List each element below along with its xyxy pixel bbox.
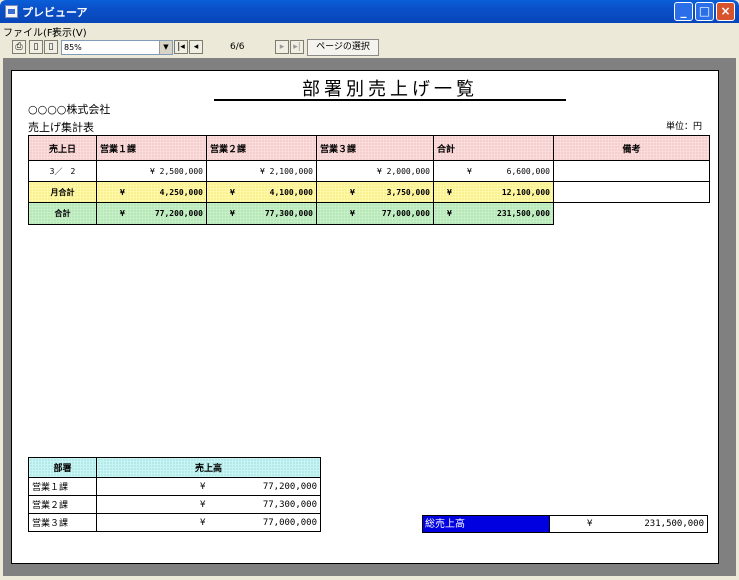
first-page-icon[interactable]: |◂ xyxy=(174,40,188,54)
toolbar: ⎙ ▯ ▯ 85% ▼ |◂ ◂ 6/6 ▸ ▸| ページの選択 xyxy=(0,38,739,57)
company-name: ○○○○株式会社 xyxy=(28,103,111,116)
unit-label: 単位：円 xyxy=(666,122,703,132)
yen-sign: ¥ xyxy=(447,209,452,218)
row-sales2: ¥ 2,100,000 xyxy=(206,160,317,182)
summary-amount: ¥77,300,000 xyxy=(96,495,321,514)
row-note xyxy=(553,160,710,182)
header-total: 合計 xyxy=(433,135,554,161)
row-total: ¥6,600,000 xyxy=(433,160,554,182)
total-sales3: ¥77,000,000 xyxy=(316,202,434,225)
month-sales2: ¥4,100,000 xyxy=(206,181,317,203)
page-select-button[interactable]: ページの選択 xyxy=(307,39,379,56)
yen-sign: ¥ xyxy=(200,481,206,492)
total-label: 合計 xyxy=(28,202,97,225)
next-page-icon[interactable]: ▸ xyxy=(275,40,289,54)
menu-bar: ファイル(F) 表示(V) xyxy=(0,23,739,39)
header-sales2: 営業２課 xyxy=(206,135,317,161)
table-header: 売上日 営業１課 営業２課 営業３課 合計 備考 xyxy=(28,135,710,161)
page-indicator: 6/6 xyxy=(230,42,245,52)
header-note: 備考 xyxy=(553,135,710,161)
row-sales1: ¥ 2,500,000 xyxy=(96,160,207,182)
summary-dept: 営業２課 xyxy=(28,495,97,514)
last-page-icon[interactable]: ▸| xyxy=(290,40,304,54)
grand-total-value: ¥231,500,000 xyxy=(550,515,708,533)
department-summary-table: 部署 売上高 営業１課 ¥77,200,000 営業２課 ¥77,300,000… xyxy=(28,457,321,532)
summary-row: 営業１課 ¥77,200,000 xyxy=(28,477,321,496)
yen-sign: ¥ xyxy=(447,187,452,197)
summary-dept: 営業３課 xyxy=(28,513,97,532)
grand-total-label: 総売上高 xyxy=(422,515,550,533)
header-sales1: 営業１課 xyxy=(96,135,207,161)
summary-header: 部署 売上高 xyxy=(28,457,321,478)
summary-amount: ¥77,200,000 xyxy=(96,477,321,496)
summary-header-amount: 売上高 xyxy=(96,457,321,478)
report-subtitle: 売上げ集計表 xyxy=(28,121,94,134)
sales-table: 売上日 営業１課 営業２課 営業３課 合計 備考 3／ 2 ¥ 2,500,00… xyxy=(28,135,710,225)
preview-area[interactable]: 部署別売上げ一覧 ○○○○株式会社 売上げ集計表 単位：円 売上日 営業１課 営… xyxy=(3,58,736,576)
chevron-down-icon[interactable]: ▼ xyxy=(159,41,172,54)
close-button[interactable]: × xyxy=(716,2,735,21)
month-total: ¥12,100,000 xyxy=(433,181,554,203)
header-date: 売上日 xyxy=(28,135,97,161)
yen-sign: ¥ xyxy=(467,166,472,176)
zoom-select[interactable]: 85% ▼ xyxy=(61,40,173,55)
summary-row: 営業２課 ¥77,300,000 xyxy=(28,495,321,514)
month-note xyxy=(553,181,710,203)
title-bar: プレビューア _ □ × xyxy=(0,0,739,23)
row-total-value: 6,600,000 xyxy=(506,166,550,176)
report-page: 部署別売上げ一覧 ○○○○株式会社 売上げ集計表 単位：円 売上日 営業１課 営… xyxy=(11,70,719,564)
report-title: 部署別売上げ一覧 xyxy=(302,79,478,100)
month-sales1: ¥4,250,000 xyxy=(96,181,207,203)
table-row: 3／ 2 ¥ 2,500,000 ¥ 2,100,000 ¥ 2,000,000… xyxy=(28,160,710,182)
grand-total-row: 合計 ¥77,200,000 ¥77,300,000 ¥77,000,000 ¥… xyxy=(28,202,710,225)
minimize-button[interactable]: _ xyxy=(674,2,693,21)
yen-sign: ¥ xyxy=(120,187,125,197)
maximize-button[interactable]: □ xyxy=(695,2,714,21)
month-label: 月合計 xyxy=(28,181,97,203)
yen-sign: ¥ xyxy=(587,519,593,529)
yen-sign: ¥ xyxy=(230,187,235,197)
summary-amount: ¥77,000,000 xyxy=(96,513,321,532)
yen-sign: ¥ xyxy=(200,517,206,528)
yen-sign: ¥ xyxy=(120,209,125,218)
prev-page-icon[interactable]: ◂ xyxy=(189,40,203,54)
total-all: ¥231,500,000 xyxy=(433,202,554,225)
yen-sign: ¥ xyxy=(200,499,206,510)
two-page-icon[interactable]: ▯ xyxy=(44,40,58,54)
total-sales2: ¥77,300,000 xyxy=(206,202,317,225)
total-note xyxy=(553,202,710,225)
row-sales3: ¥ 2,000,000 xyxy=(316,160,434,182)
window-title: プレビューア xyxy=(22,6,88,19)
month-sales3: ¥3,750,000 xyxy=(316,181,434,203)
yen-sign: ¥ xyxy=(230,209,235,218)
print-icon[interactable]: ⎙ xyxy=(12,40,26,54)
header-sales3: 営業３課 xyxy=(316,135,434,161)
single-page-icon[interactable]: ▯ xyxy=(29,40,43,54)
summary-dept: 営業１課 xyxy=(28,477,97,496)
yen-sign: ¥ xyxy=(350,209,355,218)
month-total-row: 月合計 ¥4,250,000 ¥4,100,000 ¥3,750,000 ¥12… xyxy=(28,181,710,203)
row-date: 3／ 2 xyxy=(28,160,97,182)
menu-view[interactable]: 表示(V) xyxy=(52,24,87,39)
title-underline xyxy=(214,99,566,101)
summary-row: 営業３課 ¥77,000,000 xyxy=(28,513,321,532)
zoom-value: 85% xyxy=(64,43,82,52)
summary-header-dept: 部署 xyxy=(28,457,97,478)
menu-file[interactable]: ファイル(F) xyxy=(3,24,57,39)
yen-sign: ¥ xyxy=(350,187,355,197)
app-icon xyxy=(5,5,18,18)
total-sales1: ¥77,200,000 xyxy=(96,202,207,225)
